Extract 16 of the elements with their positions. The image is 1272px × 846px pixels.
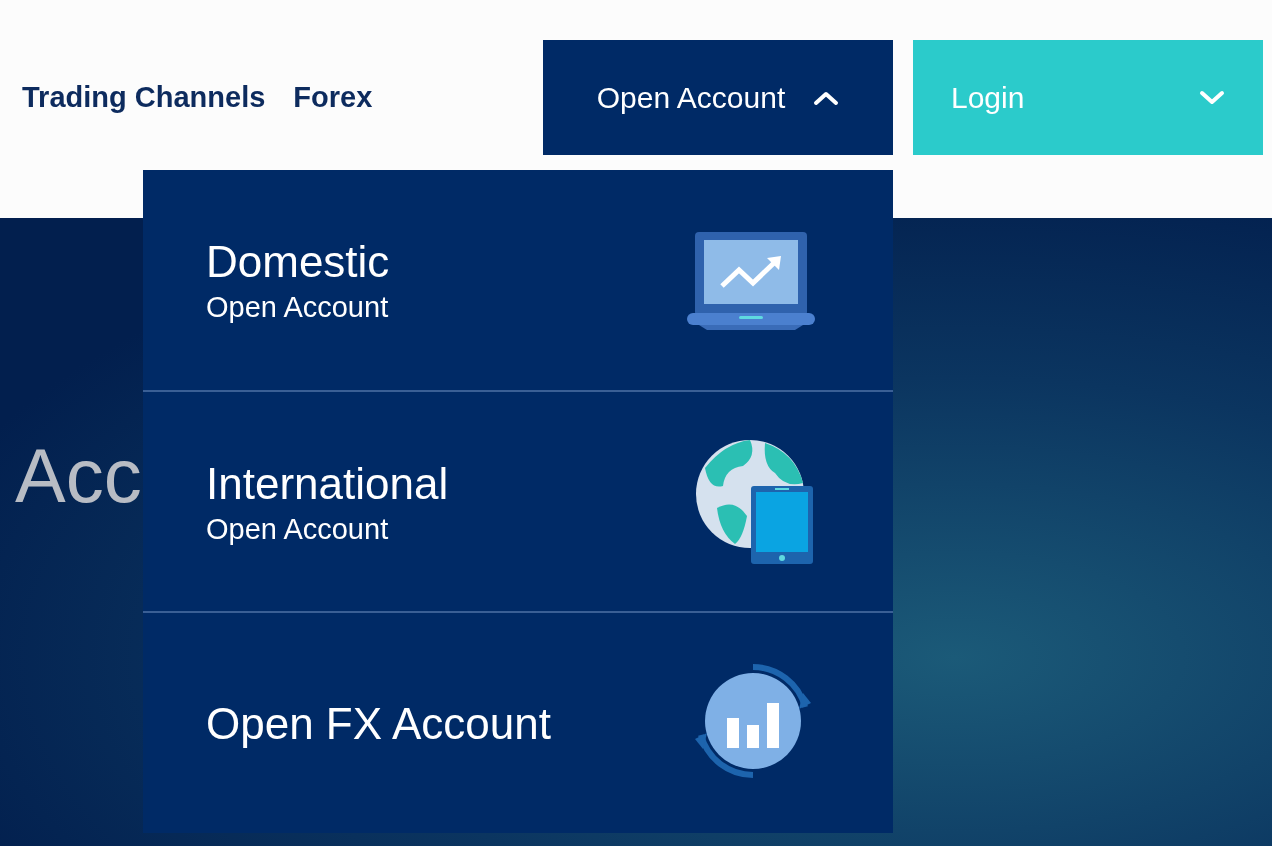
- item-subtitle: Open Account: [206, 511, 390, 547]
- dropdown-item[interactable]: International Open Account: [143, 389, 893, 612]
- hero-heading: Acc: [15, 438, 142, 514]
- dropdown-item[interactable]: Domestic Open Account: [143, 170, 893, 390]
- chevron-up-icon: [813, 89, 840, 106]
- chevron-down-icon: [1199, 89, 1225, 106]
- laptop-chart-icon: [687, 229, 815, 330]
- item-title: Domestic: [206, 236, 390, 289]
- open-account-button[interactable]: Open Account: [543, 40, 893, 155]
- item-title: Open FX Account: [206, 697, 551, 750]
- item-title: International: [206, 457, 449, 510]
- globe-tablet-icon: [695, 437, 815, 566]
- nav-link[interactable]: Trading Channels: [22, 75, 266, 120]
- dropdown-item[interactable]: Open FX Account: [143, 611, 893, 833]
- item-subtitle: Open Account: [206, 290, 390, 326]
- nav-link[interactable]: Forex: [293, 75, 373, 120]
